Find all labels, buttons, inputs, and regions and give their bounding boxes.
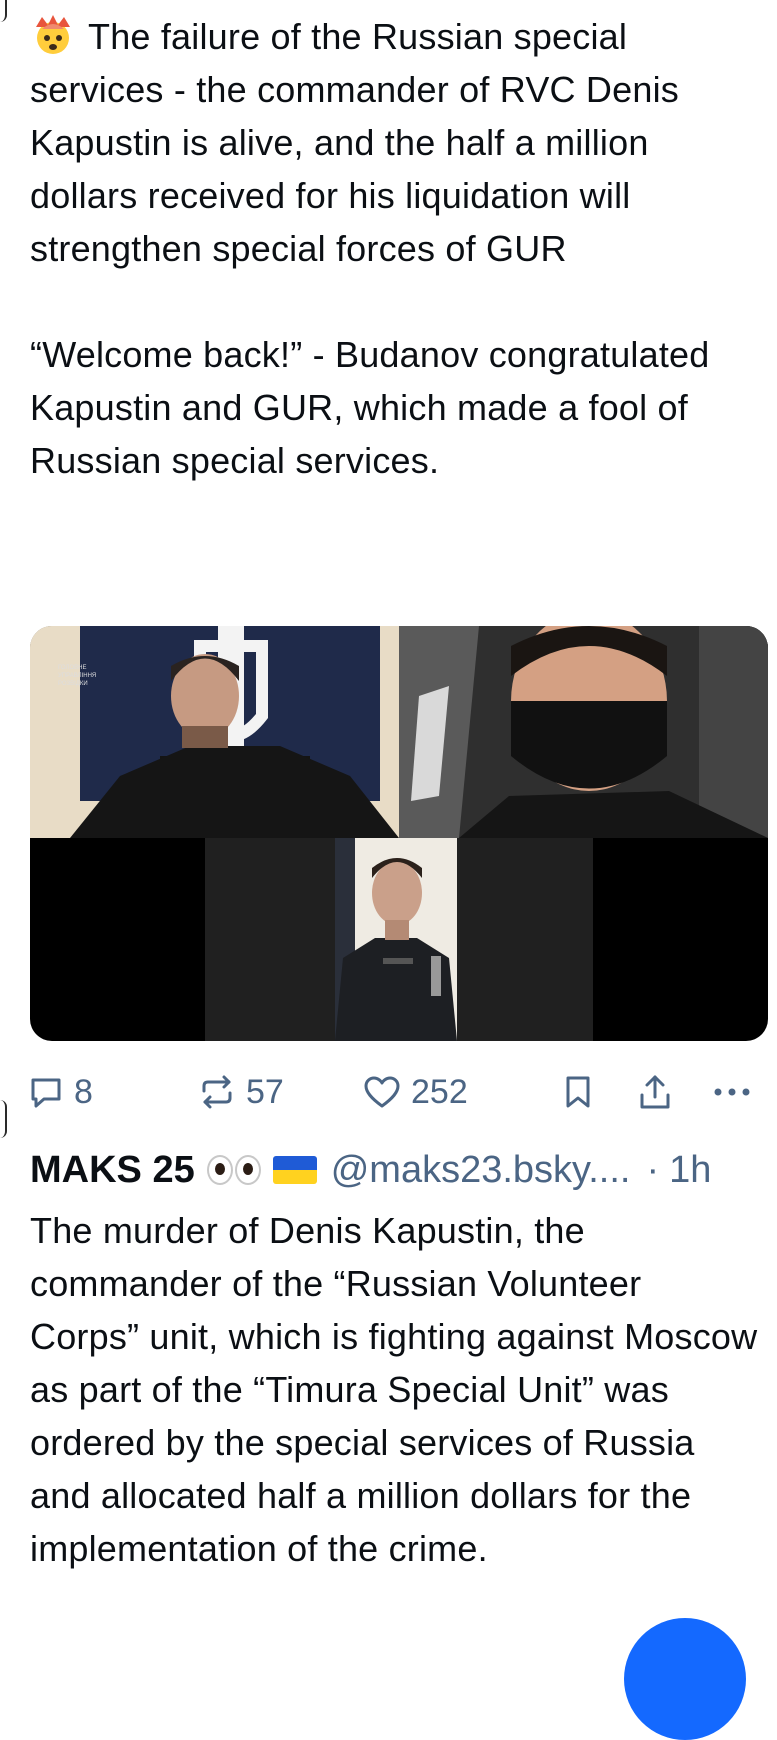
- post1-body: The failure of the Russian special servi…: [30, 16, 710, 481]
- post1-media-image[interactable]: ГОЛОВНЕ УПРАВЛІННЯ РОЗВІДКИ: [30, 626, 768, 1041]
- post1-text: The failure of the Russian special servi…: [30, 10, 760, 487]
- share-button[interactable]: [638, 1070, 672, 1114]
- repost-icon: [202, 1075, 232, 1109]
- reply-count: 8: [74, 1072, 93, 1111]
- post1-action-bar: 8 57 252: [28, 1070, 768, 1114]
- bookmark-icon: [566, 1076, 590, 1108]
- post2-text: The murder of Denis Kapustin, the comman…: [30, 1210, 758, 1569]
- more-dots-icon: [714, 1088, 750, 1096]
- author-handle[interactable]: @maks23.bsky....: [331, 1144, 631, 1196]
- eyes-emoji-icon: [206, 1155, 261, 1185]
- media-tile-masked-man: [399, 626, 768, 838]
- bookmark-button[interactable]: [563, 1070, 593, 1114]
- compose-fab-button[interactable]: [624, 1618, 746, 1740]
- repost-button[interactable]: 57: [198, 1070, 284, 1114]
- like-button[interactable]: 252: [363, 1070, 468, 1114]
- media-tile-uniform-man: [335, 838, 457, 1041]
- gur-logo-text: ГОЛОВНЕ УПРАВЛІННЯ РОЗВІДКИ: [58, 665, 97, 687]
- reply-icon: [31, 1078, 61, 1108]
- ukraine-flag-icon: [272, 1156, 317, 1184]
- share-icon: [640, 1075, 670, 1109]
- repost-count: 57: [246, 1072, 284, 1111]
- more-options-button[interactable]: [713, 1070, 751, 1114]
- post2-header: MAKS 25 @maks23.bsky.... · 1h: [30, 1144, 770, 1196]
- thread-line-top: [0, 0, 7, 22]
- author-display-name[interactable]: MAKS 25: [30, 1144, 195, 1196]
- heart-icon: [364, 1076, 400, 1108]
- post-timestamp[interactable]: 1h: [669, 1144, 711, 1196]
- thread-line-bottom: [0, 1100, 7, 1138]
- media-tile-man-flag: ГОЛОВНЕ УПРАВЛІННЯ РОЗВІДКИ: [30, 626, 399, 838]
- reply-button[interactable]: 8: [28, 1070, 93, 1114]
- like-count: 252: [411, 1072, 468, 1111]
- header-separator: ·: [646, 1149, 660, 1191]
- exploding-head-emoji-icon: [30, 13, 76, 54]
